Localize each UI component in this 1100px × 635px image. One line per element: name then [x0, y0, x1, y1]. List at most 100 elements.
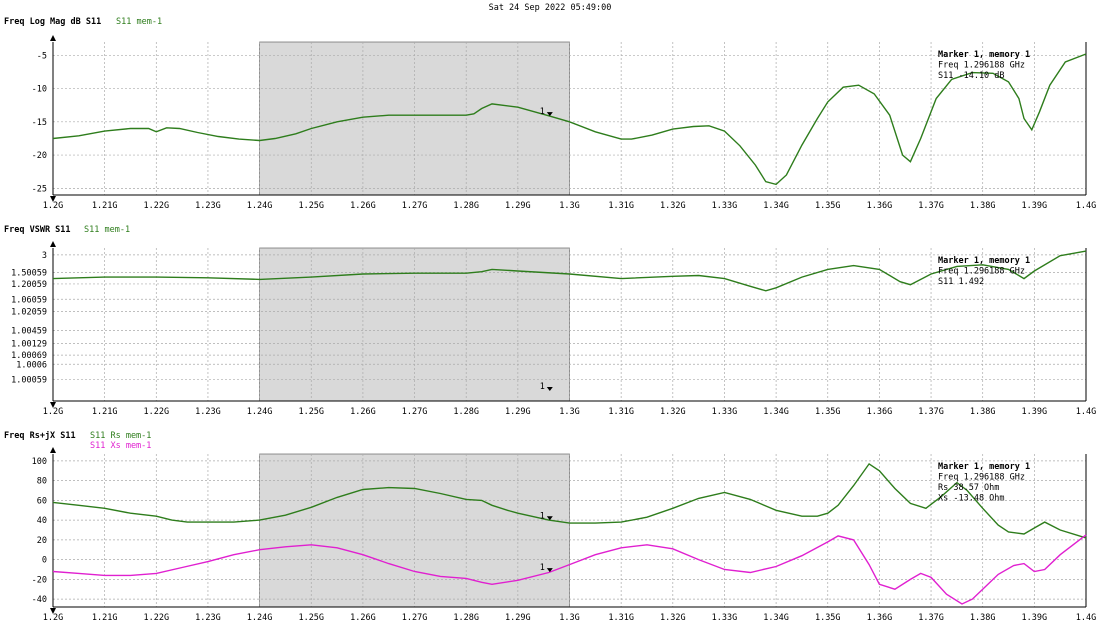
x-tick-label: 1.37G	[918, 613, 944, 623]
chart-panel-1: 1.2G 1.21G 1.22G 1.23G 1.24G 1.25G 1.26G 1.27G 1…	[4, 17, 1096, 211]
y-tick-label: -15	[32, 118, 47, 128]
chart-title: Freq Rs+jX S11	[4, 430, 76, 441]
x-tick-label: 1.36G	[867, 201, 893, 211]
y-tick-label: 1.0006	[16, 360, 47, 370]
y-tick-label: 1.00129	[11, 340, 47, 350]
chart-canvas: 1.2G 1.21G 1.22G 1.23G 1.24G 1.25G 1.26G 1.27G 1…	[4, 17, 1096, 623]
marker-info-line: Xs -13.48 Ohm	[938, 494, 1005, 504]
y-tick-label: 60	[37, 496, 47, 506]
x-tick-label: 1.29G	[505, 613, 531, 623]
x-tick-label: 1.26G	[350, 201, 376, 211]
y-tick-label: 100	[32, 457, 47, 467]
x-tick-label: 1.4G	[1076, 407, 1096, 417]
y-tick-label: -10	[32, 85, 47, 95]
x-tick-label: 1.25G	[298, 201, 324, 211]
marker-info-line: Freq 1.296188 GHz	[938, 61, 1025, 71]
x-tick-label: 1.4G	[1076, 613, 1096, 623]
y-tick-label: 1.20059	[11, 280, 47, 290]
chart-panel-3: 1.2G 1.21G 1.22G 1.23G 1.24G 1.25G 1.26G 1.27G 1…	[4, 430, 1096, 623]
marker-info-line: Marker 1, memory 1	[938, 50, 1030, 60]
x-tick-label: 1.38G	[970, 407, 996, 417]
x-tick-label: 1.22G	[144, 407, 170, 417]
x-tick-label: 1.39G	[1022, 613, 1048, 623]
legend-entry: S11 Rs mem-1	[90, 431, 151, 441]
x-tick-label: 1.2G	[43, 407, 63, 417]
axis-arrow-up-icon	[50, 447, 56, 453]
x-tick-label: 1.3G	[559, 407, 579, 417]
chart-panel-2: 1.2G 1.21G 1.22G 1.23G 1.24G 1.25G 1.26G 1.27G 1…	[4, 225, 1096, 417]
x-tick-label: 1.23G	[195, 613, 221, 623]
legend-entry: S11 Xs mem-1	[90, 441, 151, 451]
x-tick-label: 1.35G	[815, 201, 841, 211]
x-tick-label: 1.23G	[195, 201, 221, 211]
x-tick-label: 1.38G	[970, 201, 996, 211]
y-tick-label: 1.02059	[11, 307, 47, 317]
marker-info-line: Freq 1.296188 GHz	[938, 267, 1025, 277]
x-tick-label: 1.3G	[559, 613, 579, 623]
x-tick-label: 1.28G	[453, 613, 479, 623]
x-tick-label: 1.29G	[505, 407, 531, 417]
y-tick-label: 40	[37, 516, 47, 526]
x-tick-label: 1.36G	[867, 613, 893, 623]
x-tick-label: 1.32G	[660, 613, 686, 623]
marker-info-line: Marker 1, memory 1	[938, 462, 1030, 472]
x-tick-label: 1.24G	[247, 613, 273, 623]
y-tick-label: 80	[37, 477, 47, 487]
x-tick-label: 1.32G	[660, 201, 686, 211]
x-tick-label: 1.39G	[1022, 201, 1048, 211]
axis-arrow-up-icon	[50, 241, 56, 247]
marker-label: 1	[540, 382, 545, 392]
x-tick-label: 1.22G	[144, 201, 170, 211]
y-tick-label: -25	[32, 184, 47, 194]
legend-entry: S11 mem-1	[84, 225, 130, 235]
x-tick-label: 1.35G	[815, 407, 841, 417]
x-tick-label: 1.21G	[92, 613, 118, 623]
legend-entry: S11 mem-1	[116, 17, 162, 27]
x-tick-label: 1.25G	[298, 407, 324, 417]
x-tick-label: 1.4G	[1076, 201, 1096, 211]
marker-label: 1	[540, 107, 545, 117]
x-tick-label: 1.33G	[712, 407, 738, 417]
x-tick-label: 1.37G	[918, 407, 944, 417]
x-tick-label: 1.27G	[402, 407, 428, 417]
x-tick-label: 1.31G	[608, 407, 634, 417]
marker-label: 1	[540, 563, 545, 573]
y-tick-label: -20	[32, 151, 47, 161]
x-tick-label: 1.24G	[247, 407, 273, 417]
x-tick-label: 1.25G	[298, 613, 324, 623]
x-tick-label: 1.23G	[195, 407, 221, 417]
x-tick-label: 1.39G	[1022, 407, 1048, 417]
y-tick-label: 3	[42, 251, 47, 261]
x-tick-label: 1.35G	[815, 613, 841, 623]
marker-label: 1	[540, 511, 545, 521]
x-tick-label: 1.2G	[43, 201, 63, 211]
x-tick-label: 1.34G	[763, 407, 789, 417]
y-tick-label: 1.00459	[11, 327, 47, 337]
x-tick-label: 1.21G	[92, 201, 118, 211]
x-tick-label: 1.33G	[712, 613, 738, 623]
x-tick-label: 1.2G	[43, 613, 63, 623]
x-tick-label: 1.34G	[763, 613, 789, 623]
x-tick-label: 1.22G	[144, 613, 170, 623]
x-tick-label: 1.36G	[867, 407, 893, 417]
x-tick-label: 1.37G	[918, 201, 944, 211]
x-tick-label: 1.29G	[505, 201, 531, 211]
x-tick-label: 1.33G	[712, 201, 738, 211]
y-tick-label: -20	[32, 575, 47, 585]
marker-info-line: Freq 1.296188 GHz	[938, 473, 1025, 483]
marker-info-line: S11 -14.10 dB	[938, 71, 1005, 81]
x-tick-label: 1.27G	[402, 201, 428, 211]
marker-info-line: Marker 1, memory 1	[938, 256, 1030, 266]
x-tick-label: 1.38G	[970, 613, 996, 623]
y-tick-label: 1.50059	[11, 268, 47, 278]
x-tick-label: 1.27G	[402, 613, 428, 623]
x-tick-label: 1.21G	[92, 407, 118, 417]
chart-title: Freq VSWR S11	[4, 225, 71, 235]
x-tick-label: 1.31G	[608, 613, 634, 623]
x-tick-label: 1.28G	[453, 201, 479, 211]
x-tick-label: 1.3G	[559, 201, 579, 211]
x-tick-label: 1.31G	[608, 201, 634, 211]
x-tick-label: 1.26G	[350, 407, 376, 417]
x-tick-label: 1.24G	[247, 201, 273, 211]
y-tick-label: 0	[42, 556, 47, 566]
